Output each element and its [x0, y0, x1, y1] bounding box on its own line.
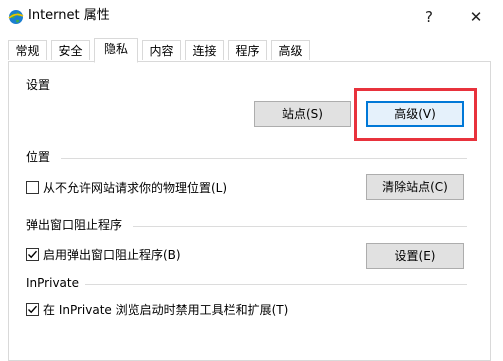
close-icon[interactable]: ✕: [460, 5, 492, 29]
help-icon[interactable]: ?: [413, 5, 445, 29]
popup-checkbox-label: 启用弹出窗口阻止程序(B): [43, 248, 181, 262]
internet-options-dialog: Internet 属性 ? ✕ 常规 安全 隐私 内容 连接 程序 高级 设置 …: [0, 0, 503, 361]
advanced-button[interactable]: 高级(V): [366, 101, 464, 127]
privacy-panel: 设置 站点(S) 高级(V) 位置 从不允许网站请求你的物理位置(L) 清除站点…: [8, 61, 491, 361]
tab-general[interactable]: 常规: [8, 40, 47, 60]
settings-group-label: 设置: [26, 78, 51, 92]
tab-connections[interactable]: 连接: [185, 40, 224, 60]
inprivate-checkbox[interactable]: [26, 303, 39, 316]
window-title: Internet 属性: [28, 8, 110, 23]
checkmark-icon: [28, 305, 38, 314]
inprivate-checkbox-label: 在 InPrivate 浏览启动时禁用工具栏和扩展(T): [43, 303, 289, 317]
clear-sites-button[interactable]: 清除站点(C): [366, 174, 464, 200]
popup-group-label: 弹出窗口阻止程序: [26, 218, 123, 232]
popup-group-divider: [133, 226, 467, 227]
checkmark-icon: [28, 250, 38, 259]
inprivate-group-divider: [85, 284, 467, 285]
tab-advanced[interactable]: 高级: [271, 40, 310, 60]
inprivate-group-label: InPrivate: [26, 276, 79, 290]
tab-security[interactable]: 安全: [51, 40, 90, 60]
tab-strip: 常规 安全 隐私 内容 连接 程序 高级: [0, 38, 503, 63]
popup-settings-button[interactable]: 设置(E): [366, 243, 464, 269]
location-group-label: 位置: [26, 150, 51, 164]
globe-icon: [8, 9, 24, 25]
tab-privacy[interactable]: 隐私: [94, 38, 138, 63]
location-group-divider: [61, 158, 467, 159]
popup-checkbox[interactable]: [26, 248, 39, 261]
tab-content[interactable]: 内容: [142, 40, 181, 60]
location-checkbox-label: 从不允许网站请求你的物理位置(L): [43, 181, 228, 195]
title-bar: Internet 属性 ? ✕: [0, 0, 503, 34]
sites-button[interactable]: 站点(S): [254, 101, 351, 127]
tab-programs[interactable]: 程序: [228, 40, 267, 60]
location-checkbox[interactable]: [26, 181, 39, 194]
